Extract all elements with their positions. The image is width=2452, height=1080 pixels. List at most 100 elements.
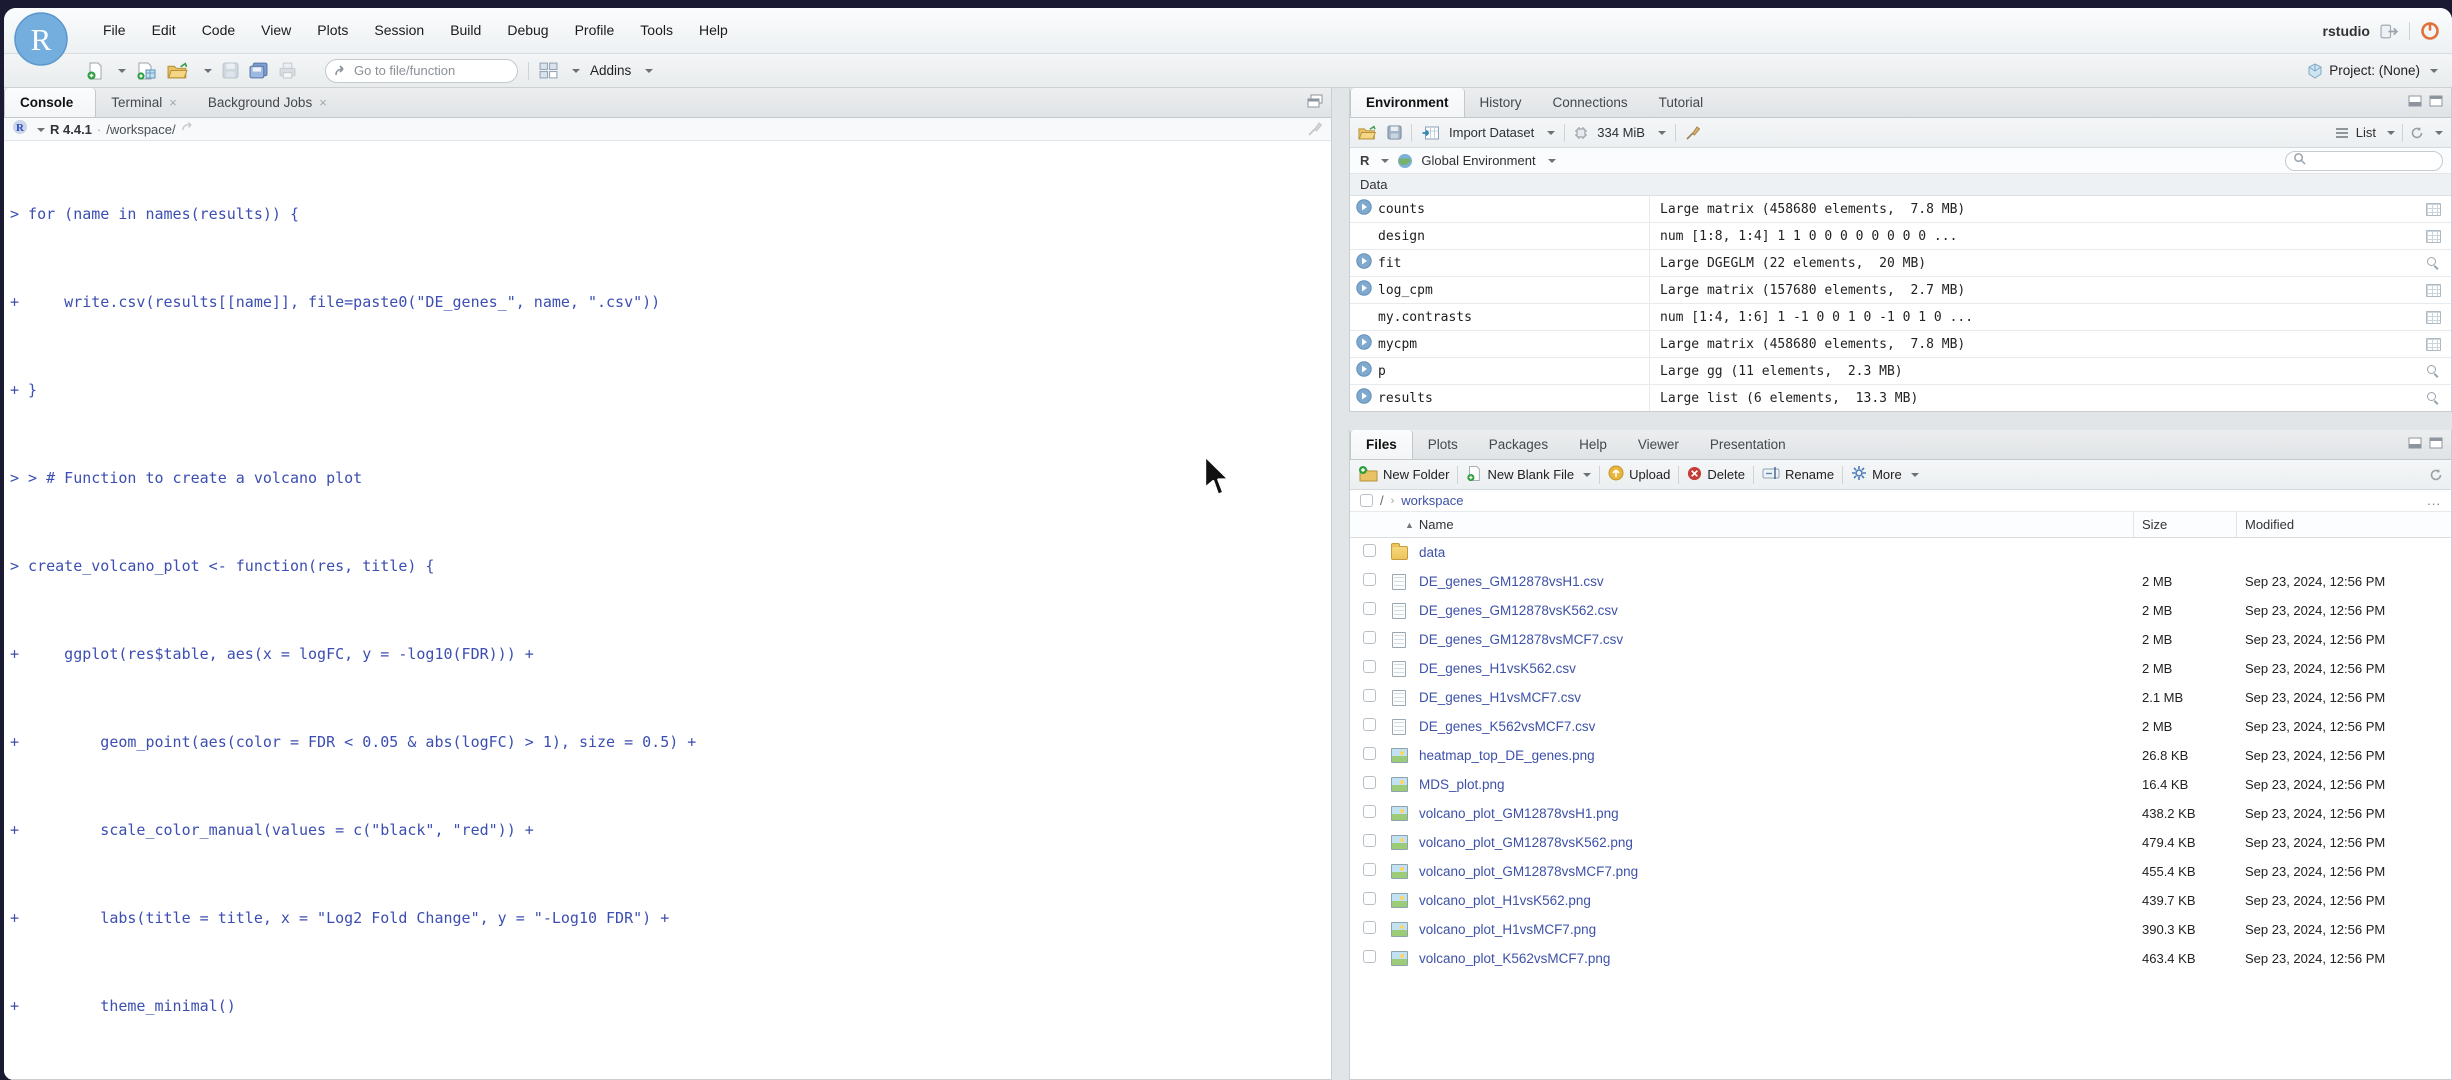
import-dataset-button[interactable]: Import Dataset bbox=[1449, 125, 1534, 140]
expand-arrow-icon[interactable] bbox=[1356, 333, 1372, 355]
breadcrumb-root[interactable]: / bbox=[1380, 493, 1384, 508]
menu-item[interactable]: Build bbox=[437, 8, 494, 53]
new-file-icon[interactable] bbox=[86, 62, 104, 80]
expand-arrow-icon[interactable] bbox=[1356, 360, 1372, 382]
file-name-link[interactable]: data bbox=[1419, 545, 1445, 560]
file-row[interactable]: volcano_plot_GM12878vsK562.png 479.4 KB … bbox=[1350, 828, 2451, 857]
menu-item[interactable]: Tools bbox=[627, 8, 686, 53]
column-header-name[interactable]: ▲ Name bbox=[1405, 517, 1454, 532]
variable-action-icon[interactable] bbox=[2425, 337, 2441, 351]
power-quit-icon[interactable] bbox=[2420, 21, 2440, 41]
maximize-pane-icon[interactable] bbox=[1307, 94, 1323, 113]
files-tab[interactable]: Help bbox=[1564, 430, 1623, 459]
file-name-link[interactable]: volcano_plot_GM12878vsMCF7.png bbox=[1419, 864, 1638, 879]
environment-scope-selector[interactable]: Global Environment bbox=[1421, 153, 1535, 168]
select-all-checkbox[interactable] bbox=[1360, 494, 1373, 507]
file-checkbox[interactable] bbox=[1363, 543, 1376, 557]
sign-out-icon[interactable] bbox=[2380, 24, 2399, 39]
environment-tab[interactable]: Environment bbox=[1350, 88, 1465, 117]
new-blank-file-button[interactable]: New Blank File bbox=[1466, 465, 1592, 485]
files-tab[interactable]: Presentation bbox=[1695, 430, 1802, 459]
upload-button[interactable]: Upload bbox=[1608, 465, 1670, 484]
file-checkbox[interactable] bbox=[1363, 746, 1376, 760]
file-checkbox[interactable] bbox=[1363, 688, 1376, 702]
environment-tab[interactable]: Tutorial bbox=[1644, 88, 1720, 117]
environment-row[interactable]: design num [1:8, 1:4] 1 1 0 0 0 0 0 0 0 … bbox=[1350, 223, 2451, 250]
file-checkbox[interactable] bbox=[1363, 572, 1376, 586]
file-row[interactable]: DE_genes_GM12878vsH1.csv 2 MB Sep 23, 20… bbox=[1350, 567, 2451, 596]
file-row[interactable]: MDS_plot.png 16.4 KB Sep 23, 2024, 12:56… bbox=[1350, 770, 2451, 799]
file-checkbox[interactable] bbox=[1363, 717, 1376, 731]
variable-action-icon[interactable] bbox=[2426, 391, 2440, 405]
environment-tab[interactable]: Connections bbox=[1538, 88, 1644, 117]
maximize-pane-icon[interactable] bbox=[2429, 436, 2443, 454]
file-checkbox[interactable] bbox=[1363, 949, 1376, 963]
new-file-caret[interactable] bbox=[118, 69, 126, 77]
addins-button[interactable]: Addins bbox=[590, 63, 631, 78]
variable-action-icon[interactable] bbox=[2426, 256, 2440, 270]
file-checkbox[interactable] bbox=[1363, 862, 1376, 876]
file-row[interactable]: volcano_plot_GM12878vsH1.png 438.2 KB Se… bbox=[1350, 799, 2451, 828]
file-checkbox[interactable] bbox=[1363, 920, 1376, 934]
file-row[interactable]: DE_genes_GM12878vsMCF7.csv 2 MB Sep 23, … bbox=[1350, 625, 2451, 654]
minimize-pane-icon[interactable] bbox=[2408, 94, 2422, 112]
refresh-icon[interactable] bbox=[2429, 468, 2443, 482]
environment-row[interactable]: log_cpm Large matrix (157680 elements, 2… bbox=[1350, 277, 2451, 304]
delete-button[interactable]: Delete bbox=[1687, 466, 1745, 484]
import-dataset-caret[interactable] bbox=[1547, 131, 1556, 139]
save-icon[interactable] bbox=[222, 62, 239, 79]
file-row[interactable]: volcano_plot_H1vsMCF7.png 390.3 KB Sep 2… bbox=[1350, 915, 2451, 944]
panes-grid-icon[interactable] bbox=[539, 62, 558, 79]
files-tab[interactable]: Plots bbox=[1413, 430, 1474, 459]
variable-action-icon[interactable] bbox=[2425, 229, 2441, 243]
breadcrumb-folder[interactable]: workspace bbox=[1401, 493, 1463, 508]
file-row[interactable]: DE_genes_H1vsK562.csv 2 MB Sep 23, 2024,… bbox=[1350, 654, 2451, 683]
maximize-pane-icon[interactable] bbox=[2429, 94, 2443, 112]
addins-caret[interactable] bbox=[645, 69, 654, 77]
console-tab[interactable]: Terminal × bbox=[96, 88, 193, 117]
file-row[interactable]: volcano_plot_GM12878vsMCF7.png 455.4 KB … bbox=[1350, 857, 2451, 886]
menu-item[interactable]: Profile bbox=[562, 8, 628, 53]
tab-close-icon[interactable]: × bbox=[319, 96, 327, 109]
file-row[interactable]: DE_genes_H1vsMCF7.csv 2.1 MB Sep 23, 202… bbox=[1350, 683, 2451, 712]
environment-row[interactable]: results Large list (6 elements, 13.3 MB) bbox=[1350, 385, 2451, 411]
file-name-link[interactable]: DE_genes_H1vsMCF7.csv bbox=[1419, 690, 1581, 705]
environment-search-input[interactable] bbox=[2311, 153, 2431, 168]
files-tab[interactable]: Packages bbox=[1474, 430, 1564, 459]
menu-item[interactable]: Session bbox=[361, 8, 437, 53]
load-workspace-icon[interactable] bbox=[1358, 125, 1378, 140]
minimize-pane-icon[interactable] bbox=[2408, 436, 2422, 454]
file-name-link[interactable]: DE_genes_GM12878vsK562.csv bbox=[1419, 603, 1618, 618]
breadcrumb-overflow[interactable]: ... bbox=[2427, 493, 2441, 508]
file-name-link[interactable]: DE_genes_H1vsK562.csv bbox=[1419, 661, 1576, 676]
file-checkbox[interactable] bbox=[1363, 891, 1376, 905]
expand-arrow-icon[interactable] bbox=[1356, 252, 1372, 274]
clear-environment-icon[interactable] bbox=[1685, 125, 1701, 141]
file-checkbox[interactable] bbox=[1363, 630, 1376, 644]
save-all-icon[interactable] bbox=[249, 62, 268, 79]
panes-caret[interactable] bbox=[572, 69, 580, 77]
file-name-link[interactable]: volcano_plot_H1vsMCF7.png bbox=[1419, 922, 1596, 937]
tab-close-icon[interactable]: × bbox=[169, 96, 177, 109]
menu-item[interactable]: Plots bbox=[304, 8, 361, 53]
file-name-link[interactable]: DE_genes_GM12878vsH1.csv bbox=[1419, 574, 1604, 589]
files-tab[interactable]: Files bbox=[1350, 430, 1413, 459]
menu-item[interactable]: Edit bbox=[139, 8, 189, 53]
refresh-icon[interactable] bbox=[2410, 126, 2424, 140]
file-checkbox[interactable] bbox=[1363, 601, 1376, 615]
file-row[interactable]: heatmap_top_DE_genes.png 26.8 KB Sep 23,… bbox=[1350, 741, 2451, 770]
console-tab[interactable]: Console bbox=[4, 88, 97, 117]
save-workspace-icon[interactable] bbox=[1387, 125, 1402, 140]
memory-usage-button[interactable]: 334 MiB bbox=[1597, 125, 1645, 140]
expand-arrow-icon[interactable] bbox=[1356, 198, 1372, 220]
file-name-link[interactable]: volcano_plot_K562vsMCF7.png bbox=[1419, 951, 1610, 966]
goto-file-input[interactable] bbox=[354, 63, 494, 78]
console-output[interactable]: > for (name in names(results)) { + write… bbox=[4, 142, 1331, 1079]
language-selector[interactable]: R bbox=[1360, 153, 1369, 168]
menu-item[interactable]: Debug bbox=[494, 8, 561, 53]
menu-item[interactable]: File bbox=[90, 8, 139, 53]
open-file-icon[interactable] bbox=[167, 62, 190, 79]
files-tab[interactable]: Viewer bbox=[1623, 430, 1695, 459]
menu-item[interactable]: Code bbox=[189, 8, 248, 53]
list-view-button[interactable]: List bbox=[2356, 125, 2376, 140]
